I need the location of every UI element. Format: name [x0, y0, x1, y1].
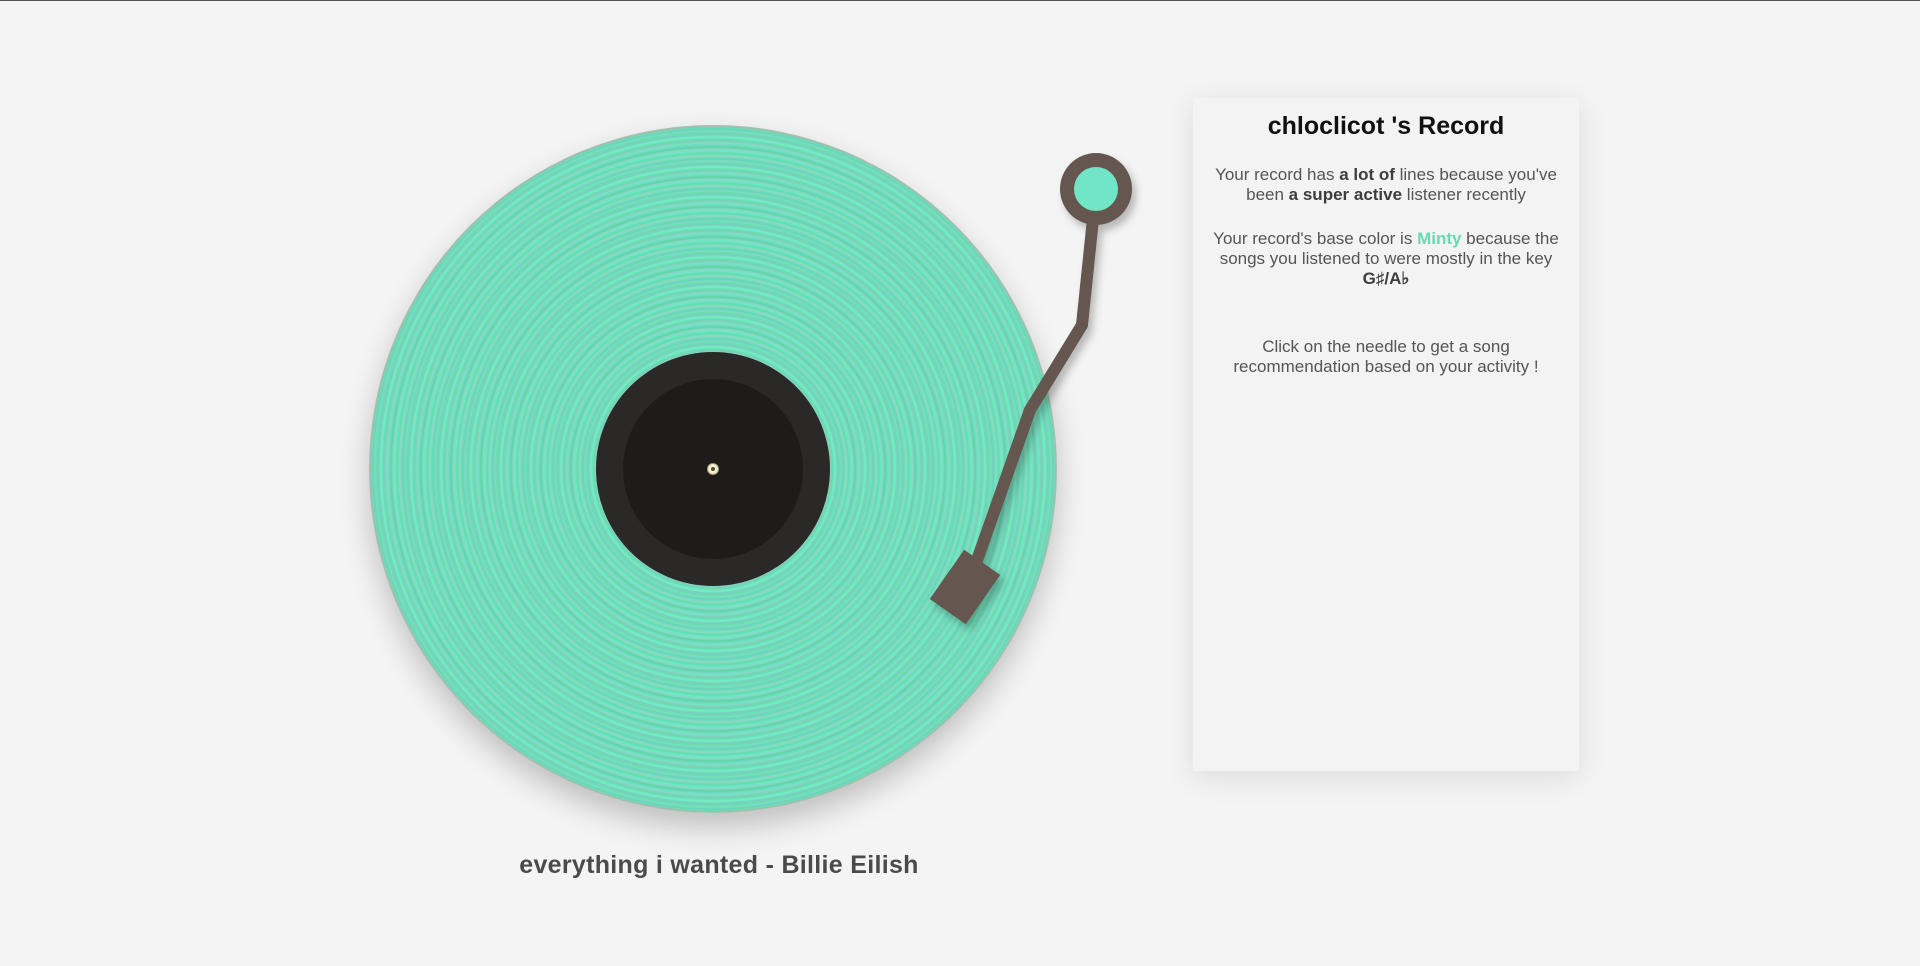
listener-level: a super active: [1288, 185, 1403, 204]
lines-text-post: listener recently: [1402, 185, 1526, 204]
needle-instruction: Click on the needle to get a song recomm…: [1233, 337, 1539, 376]
lines-text-pre: Your record has: [1215, 165, 1340, 184]
needle-button[interactable]: [924, 150, 1144, 630]
record-label-inner: [623, 379, 803, 559]
color-explanation: Your record's base color is Minty becaus…: [1193, 229, 1579, 289]
color-text-pre: Your record's base color is: [1213, 229, 1418, 248]
color-name: Minty: [1417, 229, 1462, 248]
record-info-panel: chloclicot 's Record Your record has a l…: [1193, 98, 1579, 771]
record-label-outer: [596, 352, 830, 586]
panel-title: chloclicot 's Record: [1267, 112, 1505, 140]
spindle-icon: [708, 464, 718, 474]
record-player: everything i wanted - Billie Eilish chlo…: [0, 0, 1920, 966]
lines-explanation: Your record has a lot of lines because y…: [1193, 165, 1579, 205]
lines-amount: a lot of: [1339, 165, 1395, 184]
music-key: G♯/A♭: [1362, 269, 1410, 288]
song-title: everything i wanted - Billie Eilish: [519, 851, 919, 879]
